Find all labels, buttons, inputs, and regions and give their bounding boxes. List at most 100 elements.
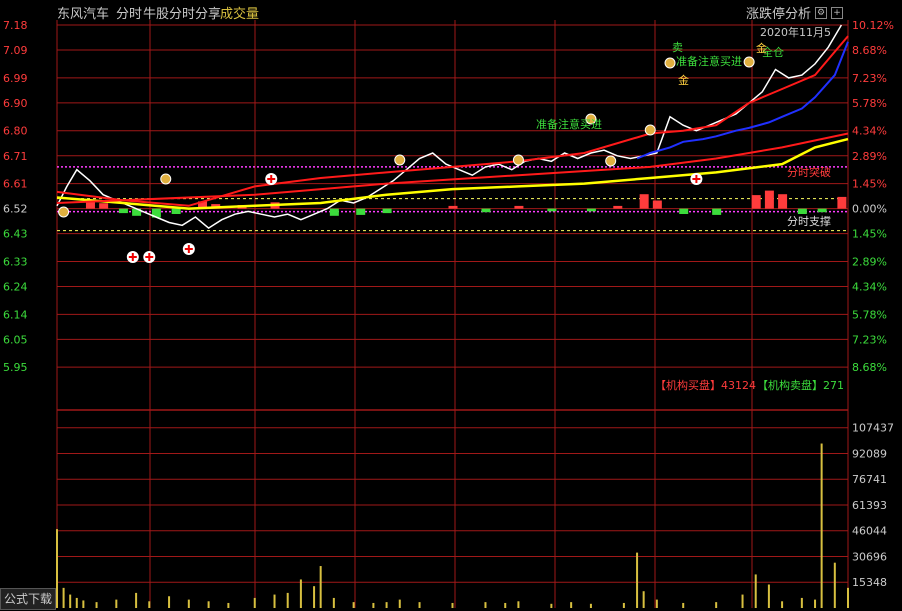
- formula-name[interactable]: 牛股分时分享: [143, 3, 221, 22]
- volume-bar: [484, 602, 487, 608]
- y-right-tick: 7.23%: [852, 333, 887, 346]
- volume-bar: [299, 579, 302, 608]
- volume-bar: [589, 603, 592, 608]
- y-right-tick: 8.68%: [852, 44, 887, 57]
- institution-buy: 【机构买盘】43124: [655, 377, 756, 393]
- oscillator-bar: [514, 205, 524, 209]
- volume-bar: [313, 586, 316, 608]
- oscillator-bar: [652, 200, 662, 209]
- annotation-sell: 卖: [672, 41, 683, 54]
- oscillator-bar: [118, 208, 128, 214]
- oscillator-bar: [778, 194, 788, 209]
- oscillator-bars: [85, 190, 847, 218]
- volume-label[interactable]: 成交量: [220, 3, 259, 22]
- oscillator-bar: [712, 208, 722, 215]
- date-label: 2020年11月5: [760, 26, 831, 39]
- annotation-breakthrough: 分时突破: [787, 166, 831, 179]
- chart-mode[interactable]: 分时: [116, 3, 142, 22]
- volume-bar: [550, 603, 553, 608]
- y-left-tick: 6.90: [3, 97, 28, 110]
- volume-bar: [286, 592, 289, 608]
- gold-coin-icon: [743, 56, 755, 68]
- gold-coin-icon: [644, 124, 656, 136]
- volume-bar: [642, 591, 645, 608]
- volume-bar: [800, 597, 803, 608]
- y-left-tick: 6.33: [3, 255, 28, 268]
- volume-bar: [69, 594, 72, 608]
- volume-bar: [56, 529, 58, 608]
- oscillator-bar: [764, 190, 774, 209]
- annotation-gold-a: 金: [678, 74, 689, 87]
- y-right-tick: 4.34%: [852, 125, 887, 138]
- volume-tick: 30696: [852, 550, 887, 563]
- y-left-tick: 6.71: [3, 150, 28, 163]
- volume-bar: [207, 601, 210, 608]
- volume-bar: [75, 597, 78, 608]
- y-right-tick: 7.23%: [852, 72, 887, 85]
- oscillator-bar: [547, 208, 557, 212]
- oscillator-bar: [171, 208, 181, 215]
- volume-bar: [352, 602, 355, 608]
- institution-sell-value: 271: [823, 379, 844, 392]
- settings-icon[interactable]: ⚙: [815, 7, 827, 19]
- volume-bar: [451, 602, 454, 608]
- volume-bar: [332, 597, 335, 608]
- gold-coin-icon: [605, 155, 617, 167]
- volume-bar: [781, 601, 784, 608]
- volume-tick: 61393: [852, 499, 887, 512]
- y-right-tick: 4.34%: [852, 281, 887, 294]
- annotation-support: 分时支撑: [787, 215, 831, 228]
- volume-bar: [148, 601, 151, 608]
- annotation-gold-b: 金: [756, 42, 767, 55]
- gold-coin-icon: [58, 206, 70, 218]
- volume-bar: [570, 602, 573, 608]
- volume-tick: 46044: [852, 525, 887, 538]
- y-right-tick: 8.68%: [852, 361, 887, 374]
- y-left-tick: 6.80: [3, 125, 28, 138]
- y-right-tick: 1.45%: [852, 178, 887, 191]
- volume-bar: [622, 602, 625, 608]
- volume-bar: [95, 602, 98, 608]
- oscillator-bar: [679, 208, 689, 215]
- oscillator-bar: [639, 194, 649, 209]
- y-right-tick: 2.89%: [852, 255, 887, 268]
- formula-download-button[interactable]: 公式下载: [0, 588, 56, 610]
- oscillator-bar: [481, 208, 491, 213]
- volume-bar: [418, 602, 421, 608]
- volume-bar: [398, 599, 401, 608]
- volume-bar: [682, 602, 685, 608]
- volume-bar: [754, 574, 757, 608]
- institution-sell-label: 【机构卖盘】: [757, 379, 823, 392]
- volume-bar: [655, 599, 658, 608]
- volume-tick: 76741: [852, 473, 887, 486]
- y-right-tick: 5.78%: [852, 308, 887, 321]
- volume-bar: [115, 599, 118, 608]
- annotation-ready-buy-2: 准备注意买进: [676, 55, 742, 68]
- chart-grid: [56, 20, 849, 608]
- oscillator-bar: [448, 205, 458, 209]
- y-left-tick: 5.95: [3, 361, 28, 374]
- gold-coin-icon: [664, 57, 676, 69]
- volume-bar: [227, 602, 230, 608]
- volume-bar: [82, 600, 85, 608]
- volume-bar: [767, 584, 770, 608]
- expand-icon[interactable]: +: [831, 7, 843, 19]
- stock-name[interactable]: 东风汽车: [57, 3, 109, 22]
- volume-bar: [62, 587, 65, 608]
- oscillator-bar: [613, 205, 623, 209]
- volume-bar: [741, 594, 744, 608]
- volume-tick: 107437: [852, 422, 894, 435]
- oscillator-bar: [329, 208, 339, 216]
- y-right-tick: 2.89%: [852, 150, 887, 163]
- volume-bars: [56, 443, 849, 608]
- volume-bar: [833, 562, 836, 608]
- oscillator-bar: [586, 208, 596, 212]
- gold-coin-icon: [394, 154, 406, 166]
- y-left-tick: 7.18: [3, 19, 28, 32]
- volume-bar: [135, 592, 138, 608]
- y-left-tick: 6.61: [3, 178, 28, 191]
- volume-bar: [517, 601, 520, 608]
- axis-labels: 7.18 7.09 6.99 6.90 6.80 6.71 6.61 6.52 6.43 6.33…: [3, 19, 894, 589]
- limit-analysis-tool[interactable]: 涨跌停分析: [746, 3, 811, 22]
- volume-bar: [847, 587, 849, 608]
